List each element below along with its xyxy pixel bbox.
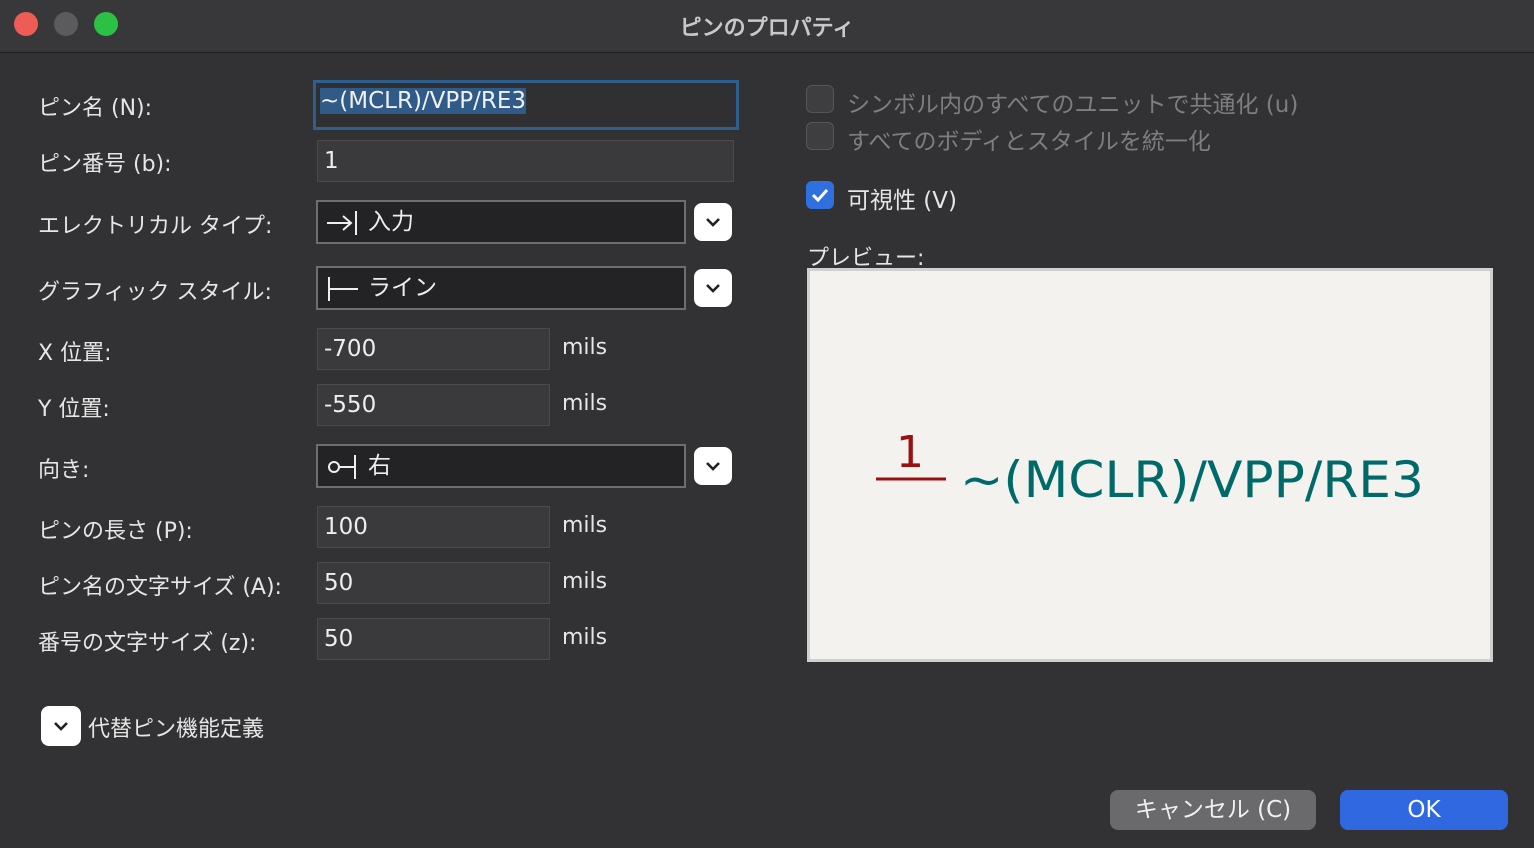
orientation-dropdown-button[interactable]	[694, 447, 732, 485]
y-position-label: Y 位置:	[38, 397, 110, 422]
number-text-size-label: 番号の文字サイズ (z):	[38, 631, 257, 656]
pin-name-value: ~(MCLR)/VPP/RE3	[320, 88, 527, 114]
chevron-down-icon	[706, 462, 720, 471]
pin-name-label: ピン名 (N):	[38, 96, 153, 121]
orientation-value: 右	[368, 453, 391, 479]
common-to-units-checkbox[interactable]	[806, 85, 834, 113]
y-position-input[interactable]: -550	[317, 384, 550, 426]
chevron-down-icon	[706, 284, 720, 293]
common-to-body-styles-label: すべてのボディとスタイルを統一化	[847, 129, 1211, 155]
x-position-label: X 位置:	[38, 341, 112, 366]
pin-number-label: ピン番号 (b):	[38, 152, 172, 177]
x-position-input[interactable]: -700	[317, 328, 550, 370]
window-title: ピンのプロパティ	[679, 16, 855, 41]
alternates-label: 代替ピン機能定義	[88, 717, 265, 742]
cancel-button[interactable]: キャンセル (C)	[1110, 790, 1316, 830]
chevron-down-icon	[54, 722, 68, 731]
orientation-select[interactable]: 右	[316, 444, 686, 488]
number-text-size-unit: mils	[562, 625, 608, 650]
title-bar: ピンのプロパティ	[0, 0, 1534, 53]
graphic-style-value: ライン	[368, 275, 437, 301]
y-position-unit: mils	[562, 391, 608, 416]
alternates-expand-button[interactable]	[41, 706, 81, 746]
ok-button[interactable]: OK	[1340, 790, 1508, 830]
preview-pin-number: 1	[896, 427, 924, 478]
name-text-size-label: ピン名の文字サイズ (A):	[38, 575, 282, 600]
line-pin-icon	[328, 276, 358, 301]
number-text-size-input[interactable]: 50	[317, 618, 550, 660]
electrical-type-label: エレクトリカル タイプ:	[38, 214, 273, 239]
electrical-type-value: 入力	[368, 209, 414, 235]
pin-number-input[interactable]: 1	[317, 140, 734, 182]
common-to-units-label: シンボル内のすべてのユニットで共通化 (u)	[847, 92, 1299, 118]
orientation-right-icon	[328, 454, 356, 479]
name-text-size-input[interactable]: 50	[317, 562, 550, 604]
electrical-type-select[interactable]: 入力	[316, 200, 686, 244]
input-pin-icon	[327, 210, 357, 235]
visible-checkbox[interactable]	[806, 181, 834, 209]
pin-preview: 1 ~(MCLR)/VPP/RE3	[807, 268, 1493, 662]
name-text-size-unit: mils	[562, 569, 608, 594]
pin-name-input[interactable]: ~(MCLR)/VPP/RE3	[313, 80, 739, 130]
graphic-style-label: グラフィック スタイル:	[38, 280, 272, 305]
checkmark-icon	[811, 188, 829, 202]
electrical-type-dropdown-button[interactable]	[694, 203, 732, 241]
pin-preview-canvas: 1 ~(MCLR)/VPP/RE3	[876, 427, 1424, 509]
graphic-style-dropdown-button[interactable]	[694, 269, 732, 307]
preview-pin-name: ~(MCLR)/VPP/RE3	[960, 451, 1424, 509]
graphic-style-select[interactable]: ライン	[316, 266, 686, 310]
pin-length-unit: mils	[562, 513, 608, 538]
pin-length-label: ピンの長さ (P):	[38, 519, 193, 544]
chevron-down-icon	[706, 218, 720, 227]
orientation-label: 向き:	[38, 458, 90, 483]
pin-length-input[interactable]: 100	[317, 506, 550, 548]
common-to-body-styles-checkbox[interactable]	[806, 122, 834, 150]
visible-label: 可視性 (V)	[847, 188, 957, 214]
x-position-unit: mils	[562, 335, 608, 360]
